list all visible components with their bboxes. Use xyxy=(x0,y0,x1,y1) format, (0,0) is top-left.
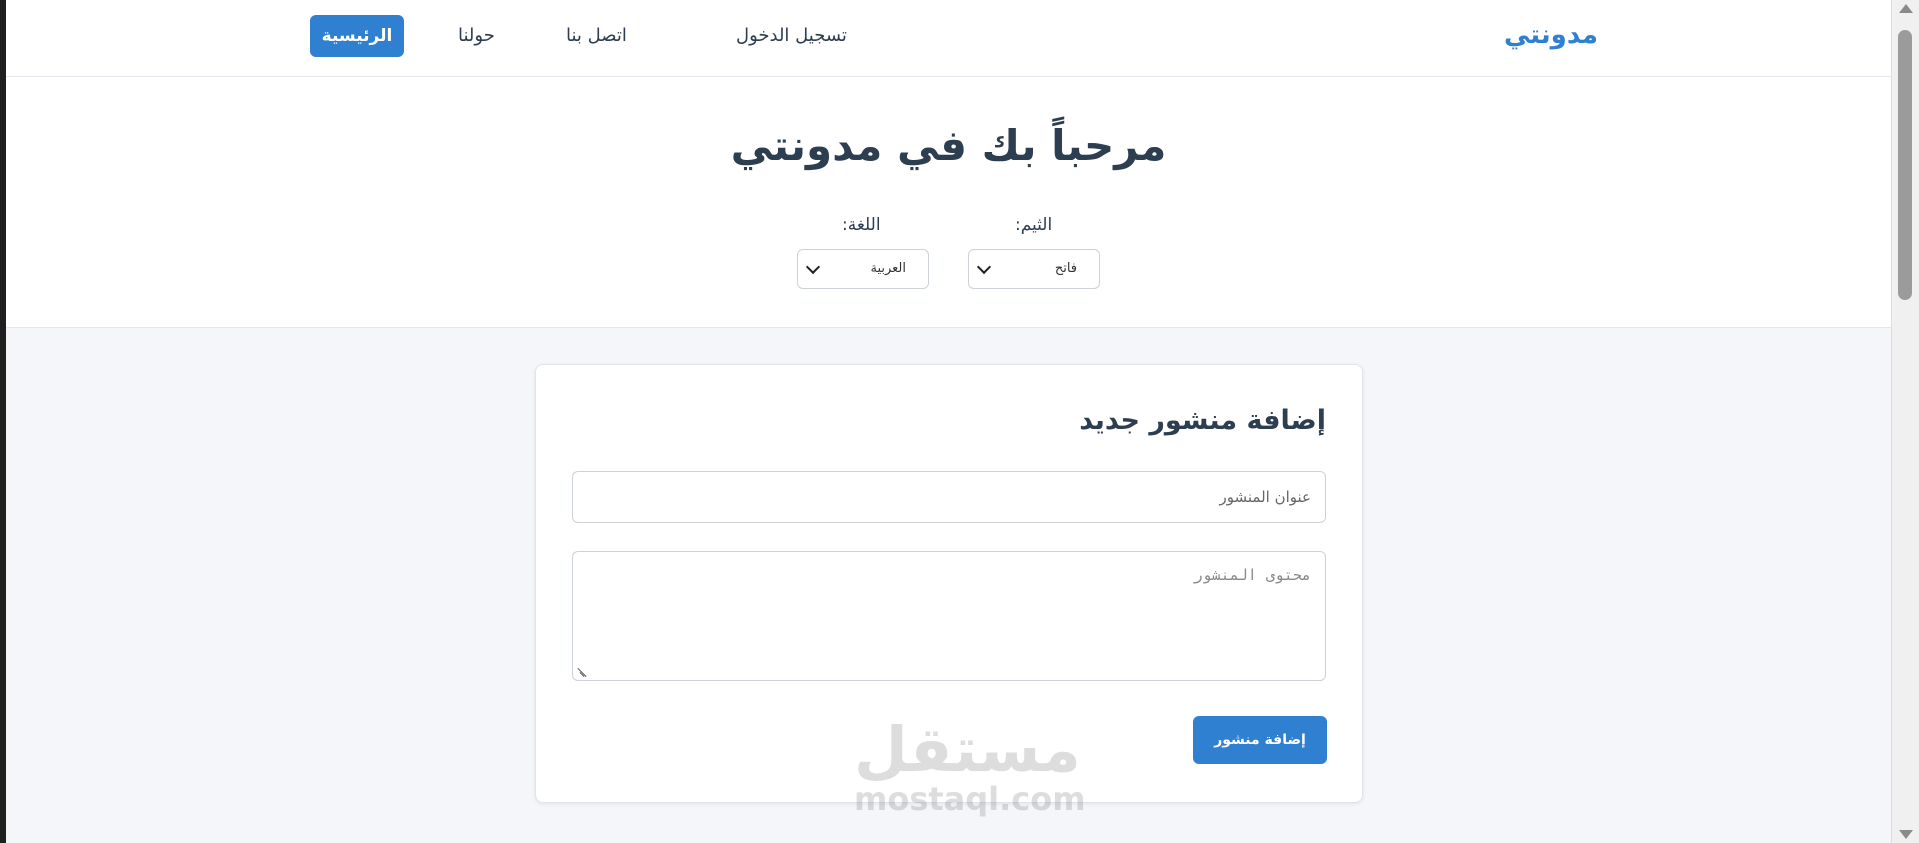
nav-link-login[interactable]: تسجيل الدخول xyxy=(736,25,847,46)
nav-link-contact[interactable]: اتصل بنا xyxy=(566,25,627,46)
watermark-latin: mostaql.com xyxy=(854,780,1086,818)
language-label: اللغة: xyxy=(842,215,881,235)
scroll-up-arrow-icon[interactable] xyxy=(1899,4,1913,13)
brand-logo[interactable]: مدونتي xyxy=(1504,20,1598,50)
chevron-down-icon xyxy=(976,259,992,275)
theme-select[interactable]: فاتح xyxy=(968,249,1100,289)
language-select-value: العربية xyxy=(870,261,906,276)
vertical-scrollbar[interactable] xyxy=(1891,0,1919,843)
post-title-input[interactable] xyxy=(572,471,1326,523)
chevron-down-icon xyxy=(805,259,821,275)
theme-label: الثيم: xyxy=(1015,215,1053,235)
page-title: مرحباً بك في مدونتي xyxy=(730,121,1167,170)
watermark: مستقل mostaql.com xyxy=(854,713,1086,818)
post-content-textarea[interactable] xyxy=(572,551,1326,681)
scrollbar-thumb[interactable] xyxy=(1898,30,1912,300)
page: الرئيسية حولنا اتصل بنا تسجيل الدخول مدو… xyxy=(6,0,1891,843)
nav-link-home[interactable]: الرئيسية xyxy=(310,15,404,57)
add-post-button[interactable]: إضافة منشور xyxy=(1193,716,1327,764)
hero-section: مرحباً بك في مدونتي الثيم: فاتح اللغة: ا… xyxy=(6,77,1891,328)
new-post-heading: إضافة منشور جديد xyxy=(1079,405,1326,436)
navbar: الرئيسية حولنا اتصل بنا تسجيل الدخول مدو… xyxy=(6,0,1891,77)
language-select[interactable]: العربية xyxy=(797,249,929,289)
watermark-arabic: مستقل xyxy=(854,713,1081,786)
scroll-down-arrow-icon[interactable] xyxy=(1899,830,1913,839)
resize-handle-icon[interactable] xyxy=(576,667,586,677)
nav-link-about[interactable]: حولنا xyxy=(458,25,495,46)
theme-select-value: فاتح xyxy=(1054,261,1077,276)
